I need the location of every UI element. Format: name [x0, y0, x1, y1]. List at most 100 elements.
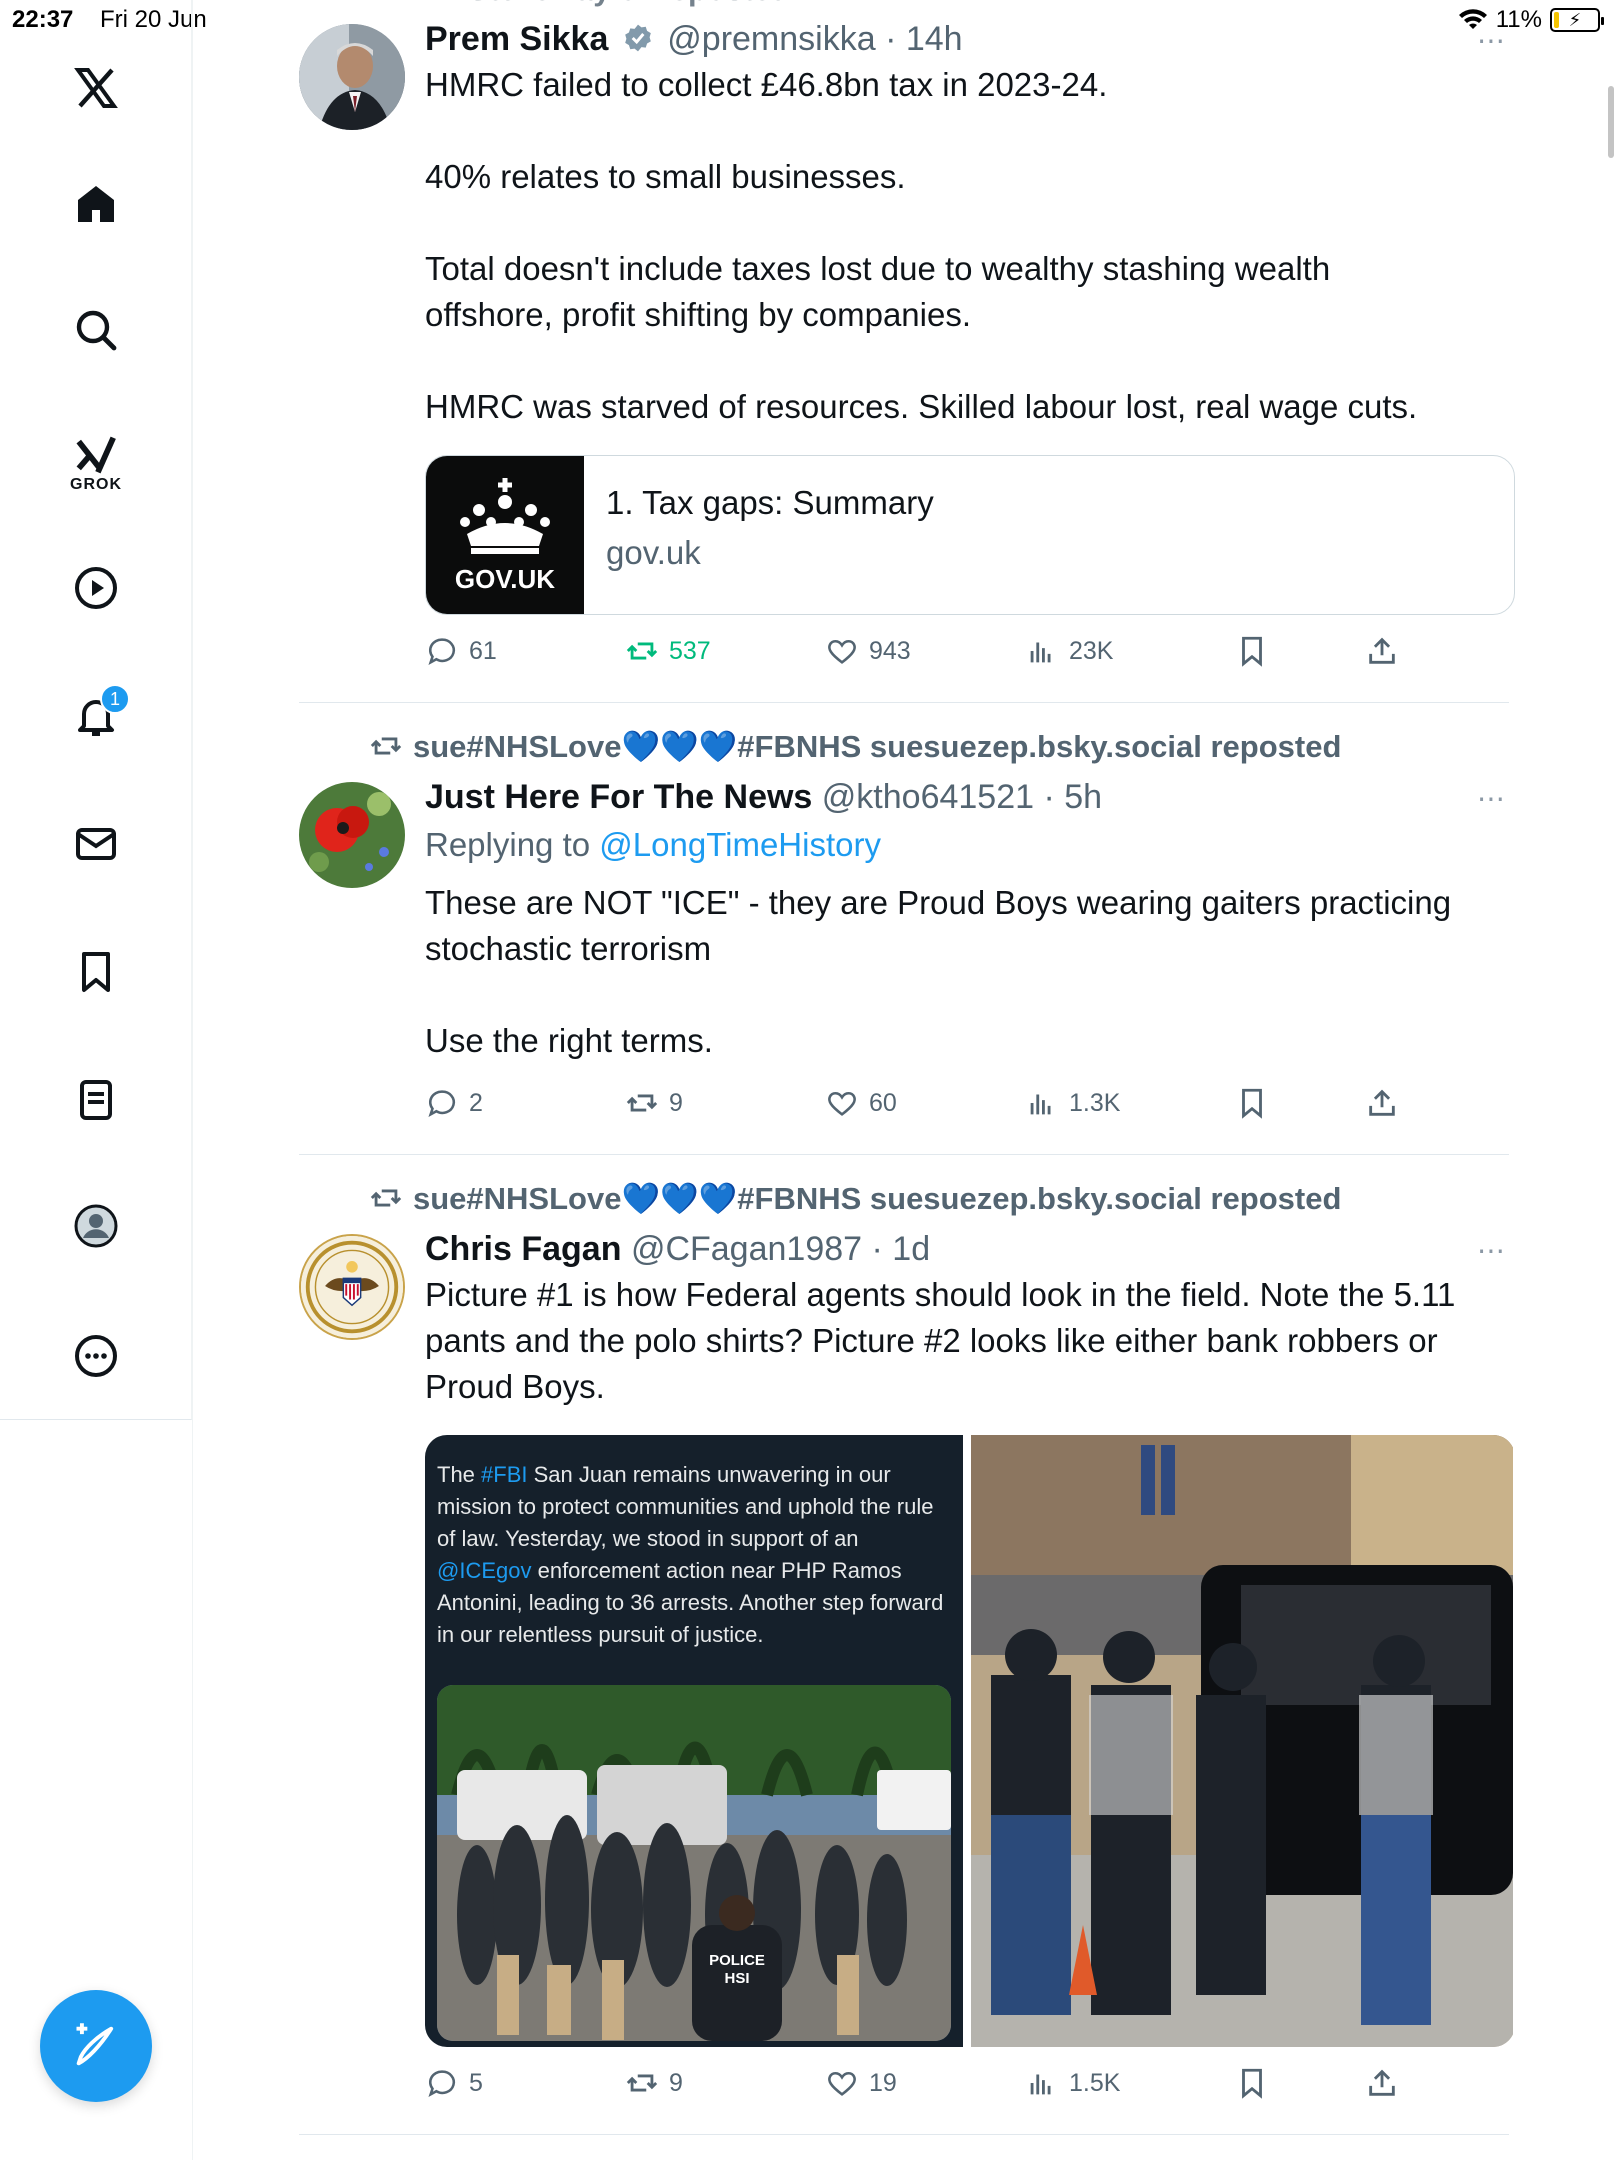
repost-icon	[626, 642, 658, 660]
repost-small-icon	[370, 737, 402, 755]
tweet-content: Just Here For The News @ktho641521 · 5h …	[425, 776, 1515, 1064]
tweet-actions: 5 9 19 1.5K	[425, 2066, 1415, 2106]
tweet-actions: 61 537 943 23K	[425, 634, 1415, 674]
tweet[interactable]: sue#NHSLove💙💙💙#FBNHS suesuezep.bsky.soci…	[299, 1154, 1513, 2134]
bookmark-icon	[1242, 636, 1262, 667]
repost-button[interactable]: 9	[625, 1086, 683, 1120]
repost-small-icon	[370, 1189, 402, 1207]
tweet-content: Chris Fagan @CFagan1987 · 1d Picture #1 …	[425, 1228, 1515, 1410]
views-icon	[1030, 2074, 1051, 2095]
author-name[interactable]: Chris Fagan	[425, 1230, 621, 1268]
bookmark-icon	[1242, 2068, 1262, 2099]
profile-icon[interactable]	[60, 1190, 132, 1262]
like-count: 60	[869, 1088, 897, 1117]
share-button[interactable]	[1365, 2066, 1399, 2100]
views-button[interactable]: 1.5K	[1025, 2066, 1120, 2100]
author-name[interactable]: Prem Sikka	[425, 20, 608, 58]
reply-to-link[interactable]: @LongTimeHistory	[599, 826, 881, 863]
heart-icon	[828, 1091, 856, 1116]
replying-to: Replying to @LongTimeHistory	[425, 826, 881, 863]
repost-icon	[626, 1094, 658, 1112]
verified-badge-icon	[625, 24, 651, 52]
bookmark-icon	[1242, 1088, 1262, 1119]
reply-count: 61	[469, 636, 497, 665]
repost-context: Dr Steve Taylor reposted	[425, 0, 790, 8]
repost-button[interactable]: 9	[625, 2066, 683, 2100]
video-icon[interactable]	[60, 552, 132, 624]
tweet-time[interactable]: 5h	[1064, 778, 1102, 816]
bookmark-button[interactable]	[1235, 2066, 1269, 2100]
reply-count: 2	[469, 1088, 483, 1117]
heart-icon	[828, 639, 856, 664]
tweet[interactable]: Dr Steve Taylor reposted Prem Sikka @pre…	[299, 0, 1515, 700]
more-options-icon[interactable]: ⋯	[1467, 782, 1507, 814]
home-icon[interactable]	[60, 168, 132, 240]
views-count: 1.5K	[1069, 2068, 1121, 2097]
share-button[interactable]	[1365, 1086, 1399, 1120]
reply-icon	[428, 638, 456, 666]
repost-count: 9	[669, 2068, 683, 2097]
reply-count: 5	[469, 2068, 483, 2097]
reply-button[interactable]: 2	[425, 1086, 483, 1120]
tweet-time[interactable]: 1d	[892, 1230, 930, 1268]
tweet-header: Prem Sikka @premnsikka · 14h	[425, 20, 963, 58]
card-title: 1. Tax gaps: Summary	[606, 484, 934, 521]
like-button[interactable]: 19	[825, 2066, 897, 2100]
repost-button[interactable]: 537	[625, 634, 711, 668]
like-button[interactable]: 943	[825, 634, 911, 668]
author-name[interactable]: Just Here For The News	[425, 778, 812, 816]
tweet-time[interactable]: 14h	[906, 20, 963, 58]
author-handle[interactable]: @ktho641521	[822, 778, 1034, 816]
bookmark-button[interactable]	[1235, 634, 1269, 668]
compose-button[interactable]	[40, 1990, 152, 2102]
share-button[interactable]	[1365, 634, 1399, 668]
tweet-text: Picture #1 is how Federal agents should …	[425, 1276, 1456, 1405]
tweet-header: Just Here For The News @ktho641521 · 5h	[425, 778, 1103, 816]
vest-label: POLICE	[709, 1952, 765, 1969]
views-count: 23K	[1069, 636, 1114, 665]
card-domain: gov.uk	[606, 534, 701, 571]
crown-icon	[460, 477, 550, 554]
gov-uk-label: GOV.UK	[454, 563, 556, 594]
reply-button[interactable]: 61	[425, 634, 497, 668]
author-handle[interactable]: @premnsikka	[667, 20, 875, 58]
like-count: 19	[869, 2068, 897, 2097]
grok-icon[interactable]: GROK	[60, 418, 132, 508]
divider	[299, 2134, 1509, 2135]
reply-button[interactable]: 5	[425, 2066, 483, 2100]
more-options-icon[interactable]: ⋯	[1467, 1234, 1507, 1266]
notifications-badge: 1	[100, 684, 130, 714]
tweet-actions: 2 9 60 1.3K	[425, 1086, 1415, 1126]
search-icon[interactable]	[60, 294, 132, 366]
tweet-text: HMRC failed to collect £46.8bn tax in 20…	[425, 66, 1418, 425]
views-icon	[1030, 1094, 1051, 1115]
link-card[interactable]: GOV.UK 1. Tax gaps: Summary gov.uk	[425, 455, 1515, 615]
tweet[interactable]: sue#NHSLove💙💙💙#FBNHS suesuezep.bsky.soci…	[299, 702, 1507, 1152]
author-handle[interactable]: @CFagan1987	[631, 1230, 862, 1268]
messages-icon[interactable]	[60, 808, 132, 880]
media-photo-1[interactable]: The #FBI San Juan remains unwavering in …	[425, 1435, 963, 2047]
media-photo-2[interactable]	[971, 1435, 1513, 2047]
views-button[interactable]: 23K	[1025, 634, 1113, 668]
reply-icon	[428, 1090, 456, 1118]
avatar[interactable]	[299, 1234, 405, 1340]
like-button[interactable]: 60	[825, 1086, 897, 1120]
share-icon	[1369, 2069, 1395, 2096]
bookmark-button[interactable]	[1235, 1086, 1269, 1120]
notifications-icon[interactable]: 1	[60, 680, 132, 752]
x-logo-icon[interactable]	[60, 52, 132, 124]
lists-icon[interactable]	[60, 1064, 132, 1136]
more-options-icon[interactable]: ⋯	[1467, 24, 1507, 56]
battery-icon: ⚡	[1550, 8, 1604, 32]
sidebar-border	[192, 0, 193, 2160]
avatar[interactable]	[299, 24, 405, 130]
repost-icon	[626, 2074, 658, 2092]
scrollbar[interactable]	[1608, 86, 1614, 158]
heart-icon	[828, 2071, 856, 2096]
bookmarks-icon[interactable]	[60, 936, 132, 1008]
gov-uk-thumbnail: GOV.UK	[426, 456, 584, 614]
views-button[interactable]: 1.3K	[1025, 1086, 1120, 1120]
more-icon[interactable]	[60, 1320, 132, 1392]
avatar[interactable]	[299, 782, 405, 888]
tweet-text: These are NOT "ICE" - they are Proud Boy…	[425, 884, 1452, 1059]
